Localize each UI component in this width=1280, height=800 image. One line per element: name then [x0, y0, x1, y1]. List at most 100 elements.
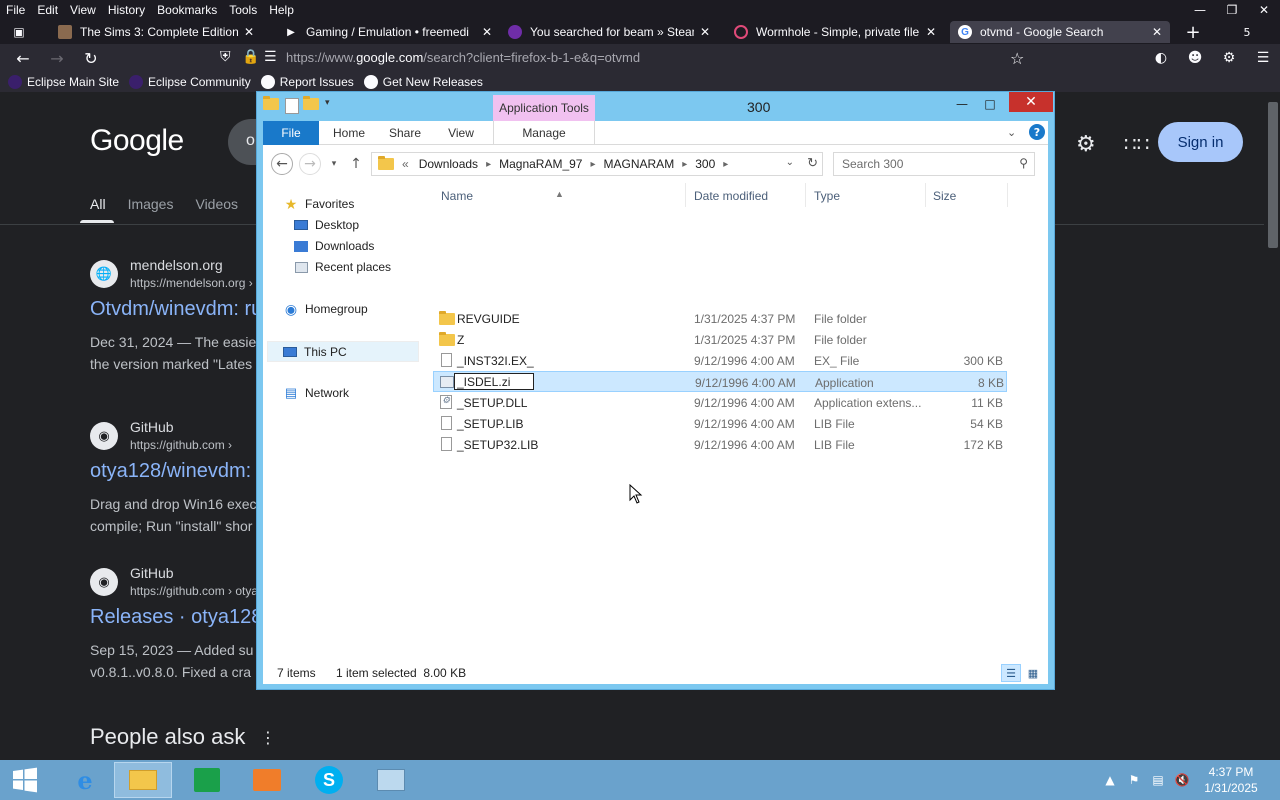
bookmark-eclipse-main[interactable]: Eclipse Main Site [8, 75, 119, 89]
pocket-icon[interactable]: ◐ [1144, 48, 1178, 68]
breadcrumb-300[interactable]: 300 [695, 157, 715, 171]
nav-network[interactable]: ▤ Network [283, 385, 349, 400]
explorer-title-bar[interactable]: ▾ Application Tools 300 — □ ✕ [257, 92, 1054, 121]
column-divider[interactable] [685, 183, 686, 207]
extensions-icon[interactable]: ⚙ [1212, 48, 1246, 68]
nav-downloads[interactable]: Downloads [293, 239, 374, 253]
column-divider[interactable] [805, 183, 806, 207]
photo-viewer-icon[interactable] [362, 762, 420, 798]
menu-view[interactable]: View [70, 3, 96, 17]
back-icon[interactable]: ← [271, 153, 293, 175]
maximize-icon[interactable]: □ [977, 94, 1003, 114]
ribbon-tab-view[interactable]: View [437, 121, 485, 145]
bookmark-eclipse-community[interactable]: Eclipse Community [129, 75, 251, 89]
bookmark-report-issues[interactable]: Report Issues [260, 75, 354, 89]
minimize-icon[interactable]: — [949, 94, 975, 114]
nav-this-pc[interactable]: This PC [267, 341, 419, 362]
details-view-icon[interactable]: ☰ [1001, 664, 1021, 682]
shield-icon[interactable]: ⛨ [220, 49, 231, 65]
file-row[interactable]: _INST32I.EX_ 9/12/1996 4:00 AM EX_ File … [433, 350, 1007, 371]
menu-help[interactable]: Help [269, 3, 294, 17]
nav-recent-places[interactable]: Recent places [293, 260, 391, 274]
file-row[interactable]: REVGUIDE 1/31/2025 4:37 PM File folder [433, 308, 1007, 329]
tab-steam[interactable]: You searched for beam » Steam ✕ [500, 21, 718, 43]
up-icon[interactable]: ↑ [345, 153, 367, 175]
result-url[interactable]: https://mendelson.org › [130, 276, 253, 290]
menu-tools[interactable]: Tools [229, 3, 257, 17]
breadcrumb-chevron-icon[interactable]: ▸ [682, 159, 687, 170]
tab-wormhole[interactable]: Wormhole - Simple, private file ✕ [726, 21, 944, 43]
close-icon[interactable]: ✕ [1248, 0, 1280, 20]
ribbon-tab-file[interactable]: File [263, 121, 319, 145]
new-folder-icon[interactable] [303, 96, 321, 114]
tab-google-search[interactable]: G otvmd - Google Search ✕ [950, 21, 1170, 43]
file-row[interactable]: _SETUP.LIB 9/12/1996 4:00 AM LIB File 54… [433, 413, 1007, 434]
nav-desktop[interactable]: Desktop [293, 218, 359, 232]
tab-close-icon[interactable]: ✕ [700, 25, 710, 39]
column-divider[interactable] [1007, 183, 1008, 207]
restore-icon[interactable]: ❐ [1216, 0, 1248, 20]
tab-images[interactable]: Images [128, 196, 174, 212]
minimize-icon[interactable]: — [1184, 0, 1216, 20]
ribbon-tab-manage[interactable]: Manage [493, 121, 595, 145]
internet-explorer-icon[interactable]: e [56, 762, 114, 798]
menu-edit[interactable]: Edit [37, 3, 58, 17]
nav-homegroup[interactable]: ◉ Homegroup [283, 301, 368, 317]
address-bar[interactable]: « Downloads ▸ MagnaRAM_97 ▸ MAGNARAM ▸ 3… [371, 152, 823, 176]
breadcrumb-downloads[interactable]: Downloads [419, 157, 478, 171]
tab-all[interactable]: All [90, 196, 106, 212]
ribbon-tab-home[interactable]: Home [325, 121, 373, 145]
properties-icon[interactable] [285, 98, 299, 114]
tab-count[interactable]: 5 [1234, 22, 1260, 42]
start-button[interactable] [8, 766, 42, 794]
file-row-selected[interactable]: 9/12/1996 4:00 AM Application 8 KB [433, 371, 1007, 392]
tab-close-icon[interactable]: ✕ [1152, 25, 1162, 39]
skype-icon[interactable]: S [300, 762, 358, 798]
breadcrumb-chevron-icon[interactable]: ▸ [723, 159, 728, 170]
breadcrumb-magnaram97[interactable]: MagnaRAM_97 [499, 157, 582, 171]
search-icon[interactable]: ⚲ [1019, 156, 1028, 170]
store-icon[interactable] [178, 762, 236, 798]
tab-list-icon[interactable]: ▣ [6, 22, 32, 42]
help-icon[interactable]: ? [1029, 124, 1045, 140]
network-status-icon[interactable]: ▤ [1146, 760, 1170, 800]
result-title-link[interactable]: Otvdm/winevdm: ru [90, 298, 262, 321]
breadcrumb-chevron-icon[interactable]: ▸ [486, 159, 491, 170]
file-row[interactable]: _SETUP32.LIB 9/12/1996 4:00 AM LIB File … [433, 434, 1007, 455]
bookmark-get-new-releases[interactable]: Get New Releases [363, 75, 483, 89]
rename-input[interactable] [454, 373, 534, 390]
refresh-icon[interactable]: ↻ [807, 155, 818, 171]
url-bar[interactable]: ⛨ 🔒 ☰ https://www.google.com/search?clie… [212, 46, 1040, 70]
forward-icon[interactable]: → [46, 48, 68, 68]
action-center-flag-icon[interactable]: ⚑ [1122, 760, 1146, 800]
menu-bookmarks[interactable]: Bookmarks [157, 3, 217, 17]
address-history-icon[interactable]: ⌄ [786, 157, 794, 168]
new-tab-icon[interactable]: + [1180, 21, 1206, 43]
google-logo[interactable]: Google [90, 124, 184, 158]
bookmark-star-icon[interactable]: ☆ [1010, 49, 1024, 68]
sign-in-button[interactable]: Sign in [1158, 122, 1243, 162]
account-icon[interactable]: ☻ [1178, 48, 1212, 68]
file-explorer-taskbar-icon[interactable] [114, 762, 172, 798]
column-name[interactable]: Name [441, 189, 473, 203]
gear-icon[interactable]: ⚙ [1076, 132, 1096, 157]
chevron-down-icon[interactable]: ▾ [325, 98, 343, 114]
lock-icon[interactable]: 🔒 [242, 49, 259, 65]
expand-ribbon-icon[interactable]: ⌄ [1007, 126, 1016, 139]
permissions-icon[interactable]: ☰ [264, 49, 277, 65]
forward-icon[interactable]: → [299, 153, 321, 175]
column-type[interactable]: Type [814, 189, 840, 203]
breadcrumb-overflow[interactable]: « [402, 157, 409, 171]
result-title-link[interactable]: otya128/winevdm: [90, 460, 251, 483]
breadcrumb-chevron-icon[interactable]: ▸ [590, 159, 595, 170]
scrollbar-thumb[interactable] [1268, 102, 1278, 248]
nav-favorites[interactable]: ★ Favorites [283, 196, 355, 212]
result-title-link[interactable]: Releases · otya128 [90, 606, 262, 629]
app-icon[interactable] [238, 762, 296, 798]
large-icons-view-icon[interactable]: ▦ [1023, 664, 1043, 682]
apps-grid-icon[interactable]: ∷∷ [1124, 132, 1149, 156]
tab-close-icon[interactable]: ✕ [926, 25, 936, 39]
ribbon-tab-share[interactable]: Share [381, 121, 429, 145]
tab-close-icon[interactable]: ✕ [482, 25, 492, 39]
search-input[interactable]: Search 300 ⚲ [833, 152, 1035, 176]
